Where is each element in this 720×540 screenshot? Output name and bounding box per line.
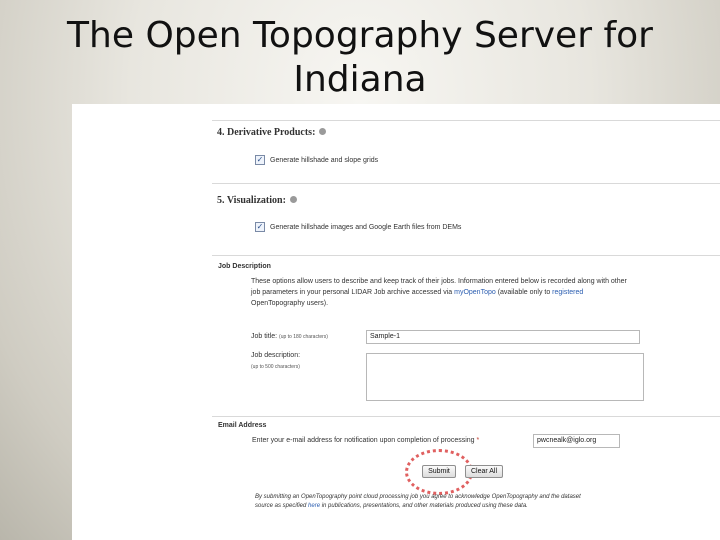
- email-heading: Email Address: [218, 422, 267, 429]
- section-heading-text: 4. Derivative Products:: [217, 127, 316, 138]
- divider: [212, 416, 720, 417]
- section-derivative-products-heading: 4. Derivative Products:: [217, 127, 327, 138]
- required-marker: *: [476, 437, 480, 444]
- acknowledgement-disclaimer: By submitting an OpenTopography point cl…: [255, 493, 715, 511]
- registered-link[interactable]: registered: [552, 289, 583, 296]
- disclaimer-line1: By submitting an OpenTopography point cl…: [255, 494, 581, 500]
- intro-line2: job parameters in your personal LIDAR Jo…: [251, 287, 711, 298]
- email-input[interactable]: pwcnealk@iglo.org: [533, 434, 620, 448]
- job-title-label-text: Job title:: [251, 333, 278, 340]
- email-prompt-text: Enter your e-mail address for notificati…: [252, 437, 475, 444]
- disclaimer-text: in publications, presentations, and othe…: [320, 503, 528, 509]
- divider: [212, 120, 720, 121]
- here-link[interactable]: here: [308, 503, 320, 509]
- job-description-textarea[interactable]: [366, 353, 644, 401]
- disclaimer-text: source as specified: [255, 503, 309, 509]
- job-desc-label: Job description:: [251, 352, 301, 359]
- intro-text: job parameters in your personal LIDAR Jo…: [251, 289, 455, 296]
- slide-title-line1: The Open Topography Server for: [67, 15, 653, 56]
- myopentopo-link[interactable]: myOpenTopo: [454, 289, 496, 296]
- google-earth-checkbox[interactable]: ✓: [255, 222, 265, 232]
- job-title-input[interactable]: Sample-1: [366, 330, 640, 344]
- hillshade-slope-checkbox[interactable]: ✓: [255, 155, 265, 165]
- section-heading-text: 5. Visualization:: [217, 195, 286, 206]
- hillshade-slope-label: Generate hillshade and slope grids: [270, 157, 379, 164]
- job-desc-hint: (up to 500 characters): [251, 364, 300, 370]
- google-earth-label: Generate hillshade images and Google Ear…: [270, 224, 462, 231]
- job-title-label: Job title: (up to 180 characters): [251, 333, 328, 340]
- slide-title: The Open Topography Server for Indiana: [0, 14, 720, 102]
- divider: [212, 183, 720, 184]
- intro-text: (available only to: [495, 289, 553, 296]
- form-screenshot: 4. Derivative Products: ✓ Generate hills…: [72, 104, 720, 540]
- divider: [212, 255, 720, 256]
- disclaimer-line2: source as specified here in publications…: [255, 502, 715, 511]
- submit-button[interactable]: Submit: [422, 465, 456, 478]
- intro-line1: These options allow users to describe an…: [251, 278, 627, 285]
- clear-all-button[interactable]: Clear All: [465, 465, 503, 478]
- email-prompt: Enter your e-mail address for notificati…: [252, 437, 479, 444]
- job-description-intro: These options allow users to describe an…: [251, 276, 711, 309]
- help-icon[interactable]: [289, 196, 297, 204]
- help-icon[interactable]: [319, 128, 327, 136]
- job-title-hint: (up to 180 characters): [279, 334, 328, 340]
- intro-line3: OpenTopography users).: [251, 300, 329, 307]
- job-description-heading: Job Description: [218, 263, 271, 270]
- slide-title-line2: Indiana: [293, 59, 427, 100]
- section-visualization-heading: 5. Visualization:: [217, 195, 297, 206]
